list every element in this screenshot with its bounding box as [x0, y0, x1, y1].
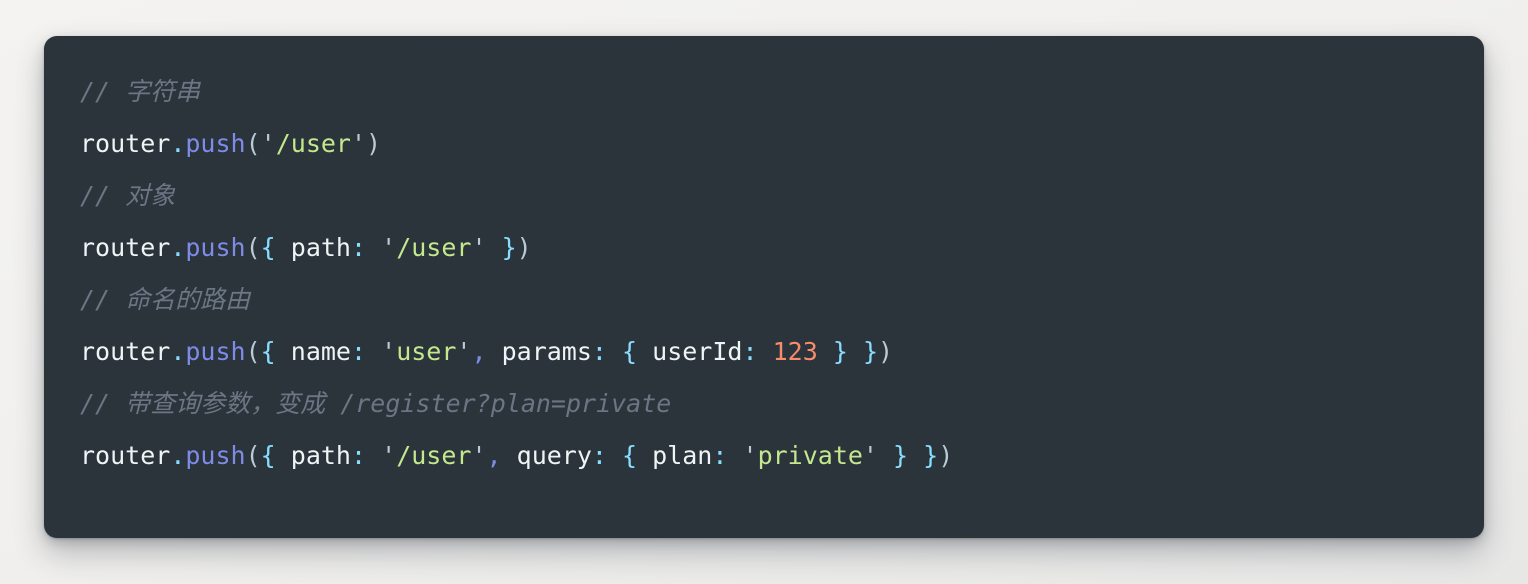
token-colon: :: [351, 441, 367, 470]
code-line: router.push('/user'): [80, 118, 1484, 170]
token-ident: router: [80, 441, 171, 470]
token-ident: router: [80, 337, 171, 366]
token-quote: ': [862, 441, 878, 470]
token-paren: (: [245, 129, 261, 158]
code-comment-line: // 字符串: [80, 66, 1484, 118]
token-quote: ': [456, 337, 472, 366]
token-comment: // 命名的路由: [80, 285, 251, 314]
token-colon: :: [591, 441, 607, 470]
token-paren: (: [245, 337, 261, 366]
token-string: /user: [275, 129, 351, 158]
token-quote: ': [471, 441, 487, 470]
code-line: router.push({ name: 'user', params: { us…: [80, 326, 1484, 378]
token-paren: (: [245, 233, 261, 262]
token-brace: }: [501, 233, 517, 262]
token-quote: ': [350, 129, 367, 158]
token-colon: :: [591, 337, 607, 366]
code-line: router.push({ path: '/user' }): [80, 222, 1484, 274]
token-colon: :: [351, 337, 367, 366]
token-key: path: [290, 441, 351, 470]
token-dot: .: [170, 233, 186, 262]
code-line: router.push({ path: '/user', query: { pl…: [80, 430, 1484, 482]
token-string: /user: [396, 441, 472, 470]
token-brace: {: [622, 337, 638, 366]
token-brace: }: [923, 441, 939, 470]
token-quote: ': [381, 337, 397, 366]
token-paren: ): [366, 129, 382, 158]
token-key: path: [290, 233, 351, 262]
token-method: push: [185, 233, 246, 262]
token-comment: // 对象: [80, 181, 176, 210]
token-quote: ': [381, 233, 397, 262]
token-quote: ': [471, 233, 487, 262]
code-comment-line: // 命名的路由: [80, 274, 1484, 326]
token-comma: ,: [486, 441, 502, 470]
token-quote: ': [742, 441, 758, 470]
token-brace: {: [260, 441, 276, 470]
token-dot: .: [170, 337, 186, 366]
token-string: private: [757, 441, 863, 470]
token-key: params: [501, 337, 592, 366]
token-quote: ': [381, 441, 397, 470]
token-quote: ': [260, 129, 276, 158]
token-paren: ): [938, 441, 954, 470]
code-block-card: // 字符串 router.push('/user')// 对象 router.pu…: [44, 36, 1484, 538]
page-root: // 字符串 router.push('/user')// 对象 router.pu…: [0, 0, 1528, 584]
token-brace: }: [832, 337, 848, 366]
token-method: push: [185, 441, 246, 470]
token-number: 123: [772, 337, 818, 366]
token-key: plan: [652, 441, 713, 470]
token-method: push: [185, 129, 246, 158]
token-string: /user: [396, 233, 472, 262]
token-dot: .: [170, 441, 186, 470]
token-colon: :: [742, 337, 758, 366]
code-comment-line: // 带查询参数，变成 /register?plan=private: [80, 378, 1484, 430]
code-content[interactable]: // 字符串 router.push('/user')// 对象 router.pu…: [80, 66, 1484, 482]
token-key: name: [290, 337, 351, 366]
token-key: userId: [652, 337, 743, 366]
token-comma: ,: [471, 337, 487, 366]
code-comment-line: // 对象: [80, 170, 1484, 222]
token-colon: :: [712, 441, 728, 470]
token-paren: (: [245, 441, 261, 470]
token-ident: router: [80, 129, 171, 158]
token-paren: ): [516, 233, 532, 262]
token-brace: {: [260, 337, 276, 366]
token-comment: // 字符串: [80, 77, 201, 106]
token-brace: }: [862, 337, 878, 366]
token-dot: .: [170, 129, 186, 158]
token-ident: router: [80, 233, 171, 262]
token-brace: }: [893, 441, 909, 470]
token-paren: ): [878, 337, 894, 366]
token-brace: {: [622, 441, 638, 470]
token-comment: // 带查询参数，变成 /register?plan=private: [80, 389, 672, 418]
token-method: push: [185, 337, 246, 366]
token-key: query: [516, 441, 592, 470]
token-string: user: [396, 337, 457, 366]
token-brace: {: [260, 233, 276, 262]
token-colon: :: [351, 233, 367, 262]
